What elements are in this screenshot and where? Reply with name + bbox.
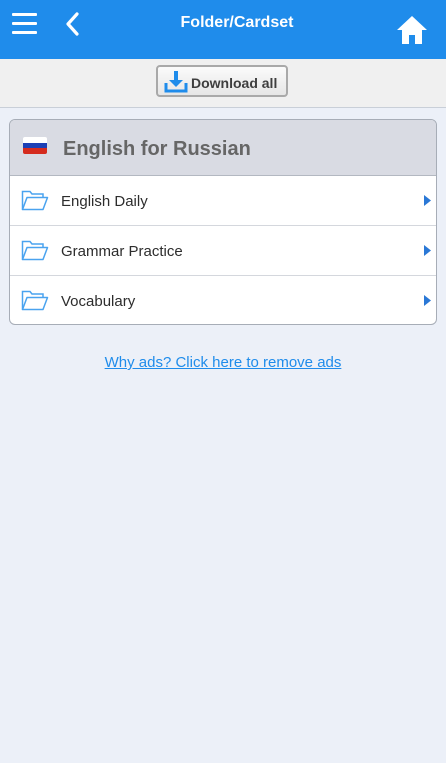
chevron-right-icon	[424, 295, 431, 306]
folder-title: English for Russian	[63, 138, 251, 160]
home-icon	[397, 16, 427, 44]
russia-flag-icon	[23, 137, 47, 154]
home-button[interactable]	[396, 14, 428, 46]
toolbar: Download all	[0, 59, 446, 108]
download-all-label: Download all	[191, 75, 278, 91]
folder-panel: English for Russian English Daily Gramma…	[9, 119, 437, 325]
remove-ads-link[interactable]: Why ads? Click here to remove ads	[0, 354, 446, 371]
chevron-right-icon	[424, 245, 431, 256]
folder-open-icon	[21, 190, 49, 211]
list-item-label: Vocabulary	[61, 293, 136, 310]
list-item-vocabulary[interactable]: Vocabulary	[10, 276, 436, 324]
page-title: Folder/Cardset	[180, 14, 294, 31]
chevron-right-icon	[424, 195, 431, 206]
download-icon	[164, 71, 188, 93]
app-header: Folder/Cardset	[0, 0, 446, 59]
download-all-button[interactable]: Download all	[156, 65, 288, 97]
list-item-english-daily[interactable]: English Daily	[10, 176, 436, 226]
folder-open-icon	[21, 240, 49, 261]
list-item-label: English Daily	[61, 193, 148, 210]
list-item-grammar-practice[interactable]: Grammar Practice	[10, 226, 436, 276]
list-item-label: Grammar Practice	[61, 243, 183, 260]
folder-header[interactable]: English for Russian	[10, 120, 436, 176]
folder-open-icon	[21, 290, 49, 311]
